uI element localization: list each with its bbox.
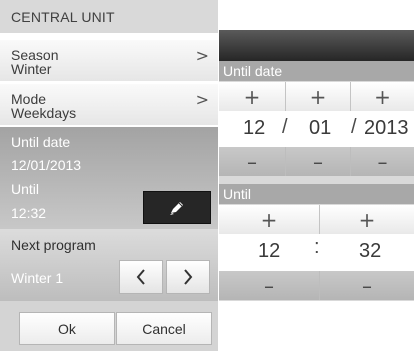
next-program-button[interactable]: [166, 260, 210, 294]
central-unit-panel: CENTRAL UNIT Season Winter > Mode Weekda…: [0, 0, 218, 351]
next-program-label: Next program: [11, 237, 96, 253]
next-program-value: Winter 1: [11, 270, 64, 286]
date-time-editor: Until date + + + 12 / 01 / 2013 – – – Un…: [219, 30, 414, 301]
date-values: 12 / 01 / 2013: [219, 111, 414, 147]
season-value: Winter: [11, 61, 52, 77]
chevron-right-icon: [184, 269, 193, 285]
month-value: 01: [309, 117, 332, 139]
minute-increment-button[interactable]: +: [320, 205, 414, 234]
season-row[interactable]: Season Winter >: [0, 40, 218, 81]
edit-button[interactable]: [143, 191, 211, 224]
month-decrement-button[interactable]: –: [286, 147, 351, 176]
mode-value: Weekdays: [11, 105, 77, 121]
day-decrement-button[interactable]: –: [219, 147, 286, 176]
date-separator: /: [282, 116, 288, 138]
hour-decrement-button[interactable]: –: [219, 271, 320, 300]
year-value: 2013: [364, 117, 409, 139]
until-time-section-label: Until: [219, 184, 414, 204]
chevron-right-icon: >: [195, 46, 209, 65]
mode-row[interactable]: Mode Weekdays >: [0, 84, 218, 125]
until-time-label: Until: [11, 181, 40, 197]
action-bar: Ok Cancel: [0, 301, 218, 351]
time-separator: :: [314, 236, 320, 258]
month-increment-button[interactable]: +: [286, 82, 351, 111]
day-increment-button[interactable]: +: [219, 82, 286, 111]
hour-increment-button[interactable]: +: [219, 205, 320, 234]
season-label: Season: [11, 47, 59, 63]
minute-decrement-button[interactable]: –: [320, 271, 414, 300]
editor-top-bar: [219, 30, 414, 61]
until-date-value: 12/01/2013: [11, 157, 82, 173]
chevron-right-icon: >: [195, 90, 209, 109]
day-value: 12: [243, 117, 266, 139]
ok-button[interactable]: Ok: [19, 312, 115, 345]
chevron-left-icon: [136, 269, 145, 285]
year-decrement-button[interactable]: –: [351, 147, 414, 176]
hour-value: 12: [258, 240, 281, 262]
pencil-icon: [170, 201, 183, 215]
next-program-panel: Next program Winter 1: [0, 229, 218, 301]
cancel-button[interactable]: Cancel: [116, 312, 212, 345]
date-separator: /: [351, 116, 357, 138]
mode-label: Mode: [11, 91, 47, 107]
minute-value: 32: [359, 240, 382, 262]
time-values: 12 : 32: [219, 234, 414, 271]
previous-program-button[interactable]: [119, 260, 163, 294]
until-panel: Until date 12/01/2013 Until 12:32: [0, 127, 218, 229]
year-increment-button[interactable]: +: [351, 82, 414, 111]
until-date-label: Until date: [11, 134, 71, 150]
until-date-section-label: Until date: [219, 61, 414, 81]
panel-header: CENTRAL UNIT: [0, 0, 218, 33]
until-time-value: 12:32: [11, 205, 47, 221]
